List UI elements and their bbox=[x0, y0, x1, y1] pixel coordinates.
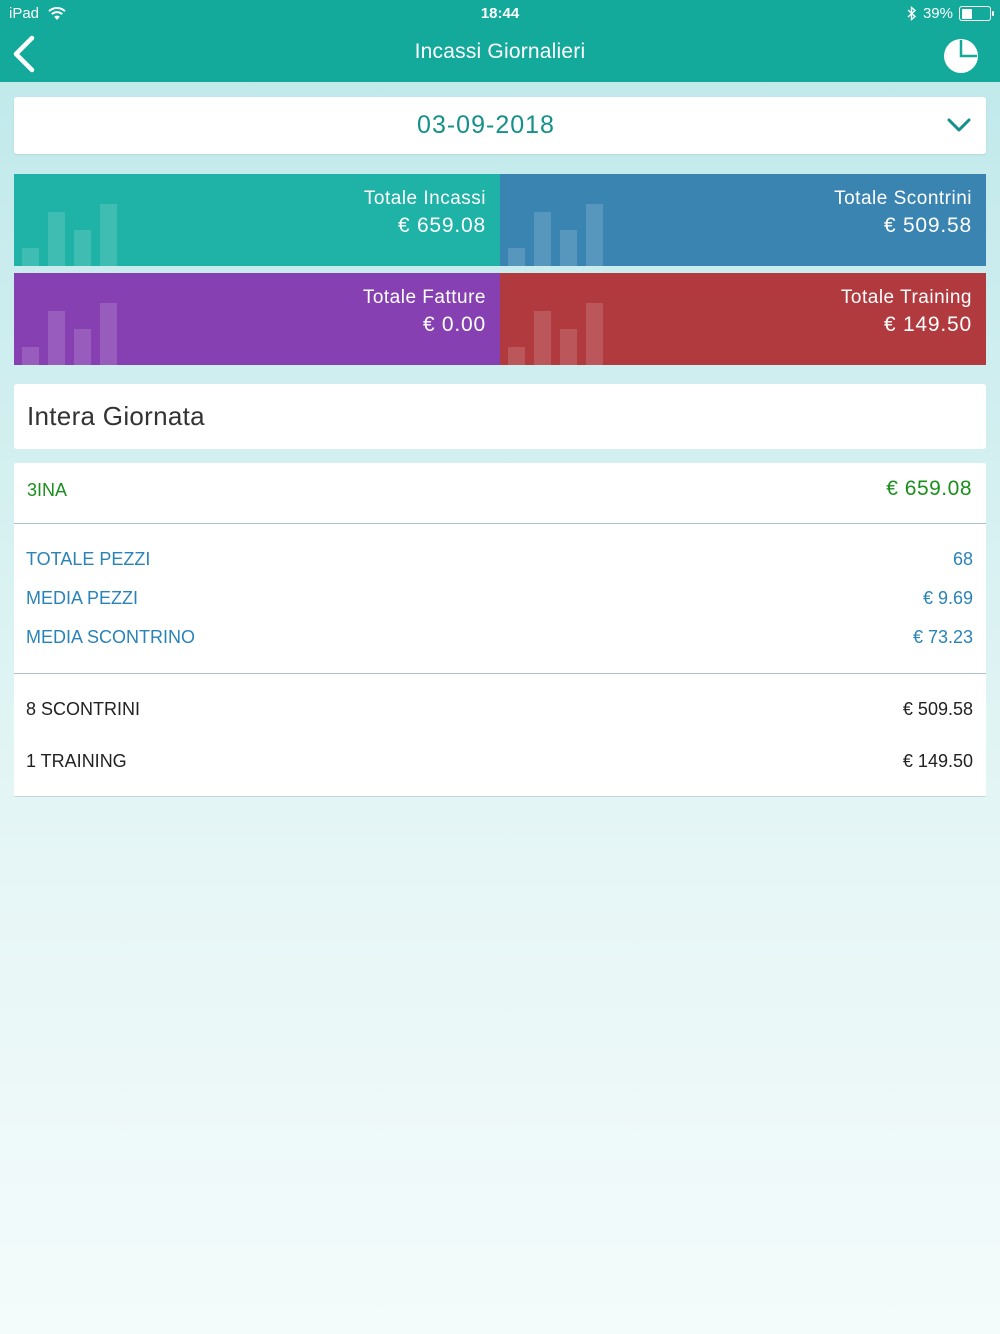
date-selector[interactable]: 03-09-2018 bbox=[14, 97, 986, 154]
tile-value: € 659.08 bbox=[397, 214, 486, 237]
store-total: € 659.08 bbox=[886, 477, 972, 500]
store-name: 3INA bbox=[27, 480, 68, 500]
stat-value: € 73.23 bbox=[912, 627, 973, 647]
status-time: 18:44 bbox=[480, 5, 520, 22]
tile-value: € 509.58 bbox=[883, 214, 972, 237]
stat-row-media-scontrino: MEDIA SCONTRINO € 73.23 bbox=[14, 623, 986, 653]
stat-label: TOTALE PEZZI bbox=[26, 549, 151, 569]
stat-label: MEDIA PEZZI bbox=[26, 588, 139, 608]
bar-chart-icon bbox=[504, 196, 614, 266]
tile-value: € 0.00 bbox=[422, 313, 486, 336]
page-title: Incassi Giornalieri bbox=[414, 40, 586, 63]
section-title: Intera Giornata bbox=[27, 401, 205, 431]
stat-label: MEDIA SCONTRINO bbox=[26, 627, 196, 647]
totals-list: 8 SCONTRINI € 509.58 1 TRAINING € 149.50 bbox=[14, 675, 986, 796]
total-value: € 149.50 bbox=[902, 751, 973, 771]
total-row-training: 1 TRAINING € 149.50 bbox=[14, 747, 986, 777]
summary-tiles: Totale Incassi € 659.08 Totale Scontrini… bbox=[14, 174, 986, 365]
stats-list: TOTALE PEZZI 68 MEDIA PEZZI € 9.69 MEDIA… bbox=[14, 525, 986, 674]
tile-label: Totale Scontrini bbox=[834, 188, 972, 209]
bar-chart-icon bbox=[18, 295, 128, 365]
stat-value: € 9.69 bbox=[922, 588, 973, 608]
chevron-down-icon bbox=[947, 118, 971, 132]
total-value: € 509.58 bbox=[902, 699, 973, 719]
section-header: Intera Giornata bbox=[14, 384, 986, 449]
tile-value: € 149.50 bbox=[883, 313, 972, 336]
battery-icon bbox=[959, 6, 994, 21]
status-right: 39% bbox=[907, 5, 994, 22]
tile-totale-training[interactable]: Totale Training € 149.50 bbox=[500, 273, 986, 365]
bar-chart-icon bbox=[18, 196, 128, 266]
store-row[interactable]: 3INA € 659.08 bbox=[14, 463, 986, 524]
tile-label: Totale Fatture bbox=[362, 287, 486, 308]
bluetooth-icon bbox=[907, 6, 917, 21]
pie-chart-icon[interactable] bbox=[942, 37, 980, 75]
stat-value: 68 bbox=[952, 549, 973, 569]
stat-row-media-pezzi: MEDIA PEZZI € 9.69 bbox=[14, 584, 986, 614]
status-bar: iPad 18:44 39% bbox=[0, 0, 1000, 28]
battery-level bbox=[961, 8, 973, 19]
date-value: 03-09-2018 bbox=[417, 111, 555, 139]
tile-totale-fatture[interactable]: Totale Fatture € 0.00 bbox=[14, 273, 500, 365]
total-label: 8 SCONTRINI bbox=[26, 699, 141, 719]
bar-chart-icon bbox=[504, 295, 614, 365]
battery-percent: 39% bbox=[922, 5, 953, 22]
tile-totale-incassi[interactable]: Totale Incassi € 659.08 bbox=[14, 174, 500, 266]
store-detail-card: 3INA € 659.08 TOTALE PEZZI 68 MEDIA PEZZ… bbox=[14, 463, 986, 797]
stat-row-totale-pezzi: TOTALE PEZZI 68 bbox=[14, 545, 986, 575]
total-label: 1 TRAINING bbox=[26, 751, 127, 771]
total-row-scontrini: 8 SCONTRINI € 509.58 bbox=[14, 695, 986, 725]
tile-totale-scontrini[interactable]: Totale Scontrini € 509.58 bbox=[500, 174, 986, 266]
tile-label: Totale Training bbox=[840, 287, 972, 308]
top-bar: iPad 18:44 39% Incassi Giornalieri bbox=[0, 0, 1000, 82]
tile-label: Totale Incassi bbox=[363, 188, 486, 209]
